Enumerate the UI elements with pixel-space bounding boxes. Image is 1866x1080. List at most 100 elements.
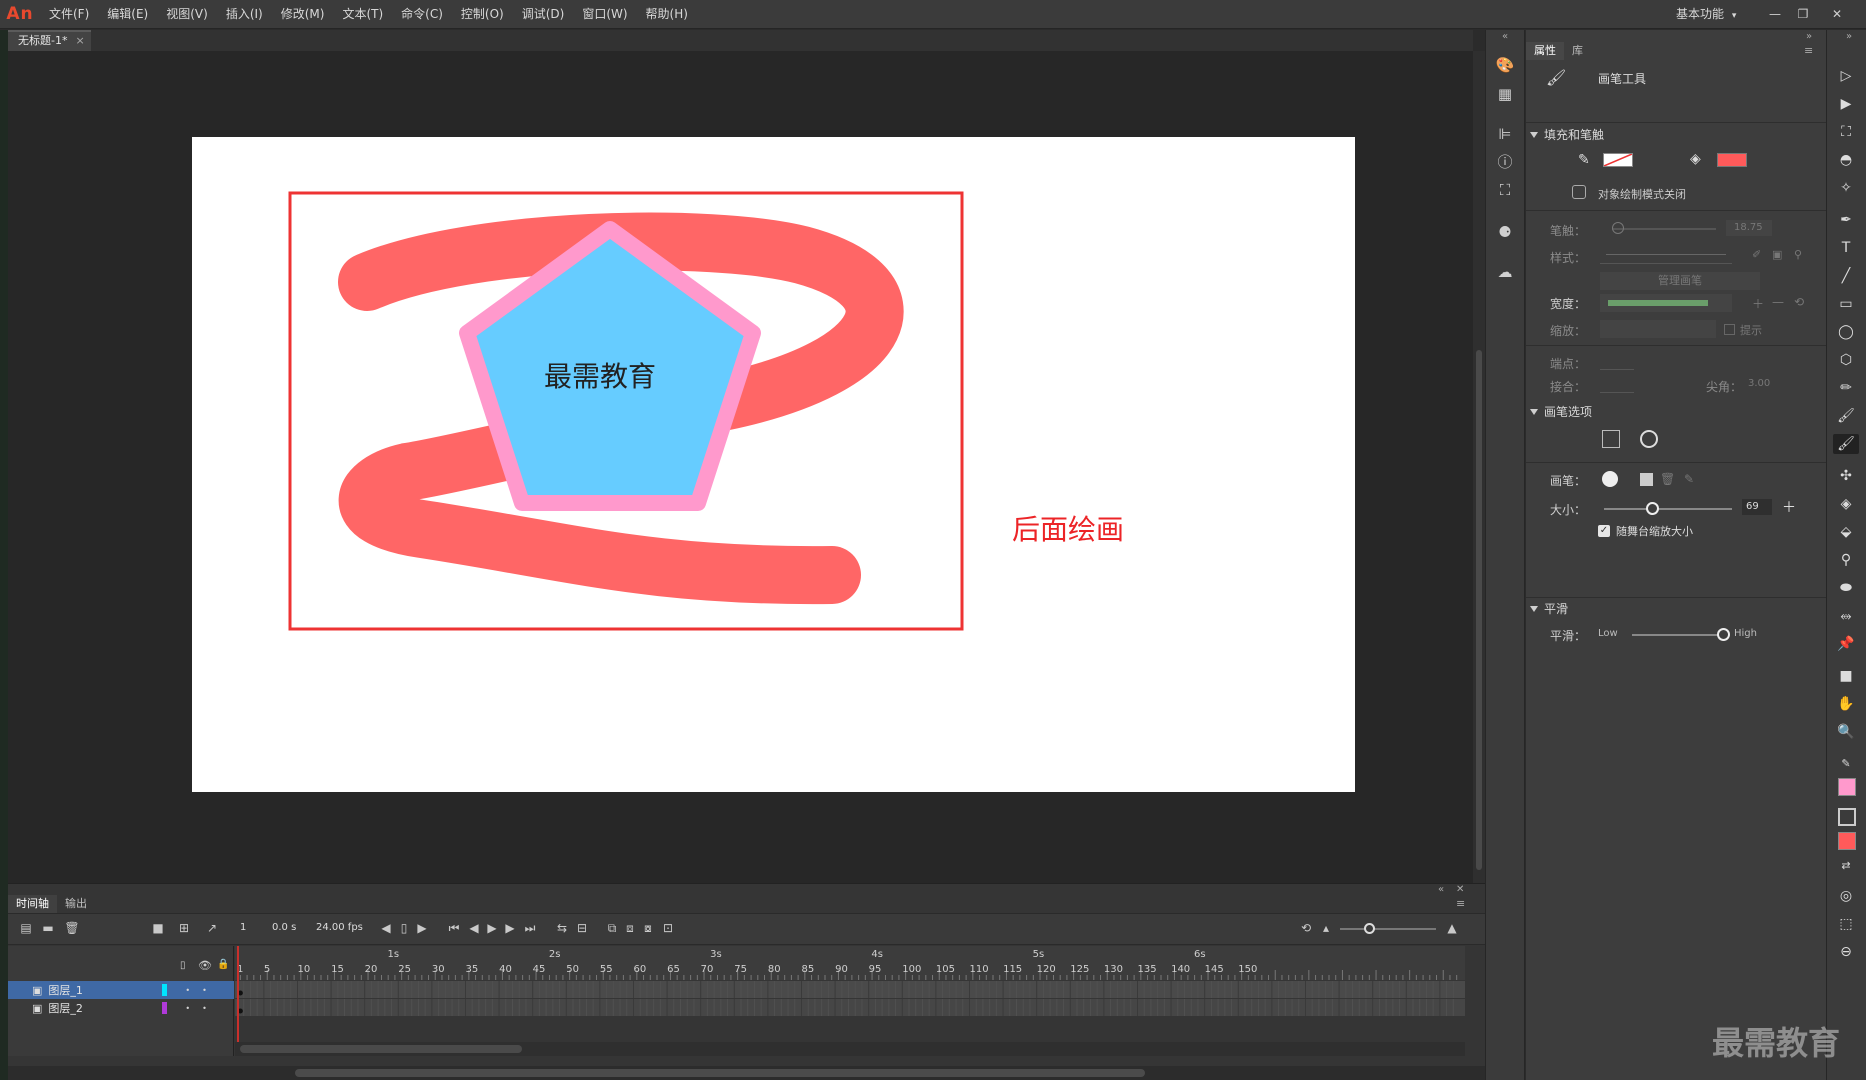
tab-timeline[interactable]: 时间轴 [8,895,57,913]
frame-rate[interactable]: 24.00 fps [316,922,363,933]
size-slider[interactable] [1604,508,1732,510]
eraser-tool-icon[interactable]: ⬬ [1836,578,1856,598]
go-last-icon[interactable]: ⏭ [522,920,538,936]
color-panel-icon[interactable]: 🎨 [1495,55,1515,75]
playhead[interactable] [237,946,239,1056]
cap-dropdown[interactable] [1600,354,1634,370]
stroke-color-tool-swatch[interactable] [1838,778,1856,796]
eye-icon[interactable]: 👁 [198,959,212,972]
collapse-props-icon[interactable]: » [1806,31,1812,42]
info-panel-icon[interactable]: ⓘ [1495,152,1515,172]
visible-dot[interactable]: • [185,986,190,995]
text-tool-icon[interactable]: T [1836,238,1856,258]
fill-color-swatch[interactable] [1717,153,1747,167]
workspace-switcher[interactable]: 基本功能 ▾ [1676,0,1736,29]
onion-range-icon[interactable]: ⧇ [640,920,656,936]
miter-value[interactable]: 3.00 [1748,378,1770,389]
stroke-color-swatch[interactable] [1603,153,1633,167]
menu-view[interactable]: 视图(V) [157,0,217,29]
pencil-tool-icon[interactable]: ✏ [1836,378,1856,398]
bone-tool-icon[interactable]: ✣ [1836,466,1856,486]
line-tool-icon[interactable]: ╱ [1836,266,1856,286]
play-icon[interactable]: ▶ [484,920,500,936]
camera-tool-icon[interactable]: ■ [1836,666,1856,686]
swatches-panel-icon[interactable]: ▦ [1495,84,1515,104]
reset-zoom-icon[interactable]: ⟲ [1298,920,1314,936]
lock-fill-icon[interactable] [1602,430,1620,448]
delete-layer-icon[interactable]: 🗑 [64,920,80,936]
square-brush-shape-icon[interactable] [1640,473,1653,486]
lock-dot[interactable]: • [202,1004,207,1013]
expand-dock-icon[interactable]: « [1502,31,1508,42]
smoothing-slider-handle[interactable] [1717,628,1730,641]
brush-pressure-icon[interactable] [1640,430,1658,448]
round-brush-shape-icon[interactable] [1602,471,1618,487]
stroke-slider[interactable] [1612,228,1716,230]
fill-color-tool-swatch[interactable] [1838,832,1856,850]
pin-tool-icon[interactable]: 📌 [1836,634,1856,654]
onion-outline-icon[interactable]: ⧈ [622,920,638,936]
manage-brush-button[interactable]: 管理画笔 [1600,272,1760,290]
paint-brush-tool-icon[interactable]: 🖌 [1836,406,1856,426]
layer-name[interactable]: 图层_2 [48,1000,168,1016]
zoom-out-icon[interactable]: ▴ [1318,920,1334,936]
document-tab[interactable]: 无标题-1* × [8,30,91,51]
size-value[interactable]: 69 [1742,499,1772,515]
brush-options-header[interactable]: 画笔选项 [1530,403,1592,420]
remove-width-icon[interactable]: — [1772,295,1784,309]
current-frame[interactable]: 1 [240,922,246,933]
edit-multiple-icon[interactable]: ⧉ [604,920,620,936]
width-profile-dropdown[interactable] [1600,294,1732,312]
size-slider-handle[interactable] [1645,502,1659,515]
new-folder-icon[interactable]: ▬ [40,920,56,936]
layer-name[interactable]: 图层_1 [48,982,168,998]
menu-modify[interactable]: 修改(M) [272,0,334,29]
brush-tool-icon[interactable]: 🖌 [1833,434,1859,454]
restore-button[interactable]: ❐ [1790,3,1816,25]
paint-bucket-tool-icon[interactable]: ◈ [1836,494,1856,514]
selection-tool-icon[interactable]: ▷ [1836,66,1856,86]
menu-help[interactable]: 帮助(H) [637,0,697,29]
menu-window[interactable]: 窗口(W) [573,0,636,29]
step-forward-icon[interactable]: ▶ [502,920,518,936]
reset-width-icon[interactable]: ⟲ [1794,295,1804,309]
lasso-tool-icon[interactable]: ✧ [1836,178,1856,198]
scale-dropdown[interactable] [1600,320,1716,338]
3d-rotation-tool-icon[interactable]: ◓ [1836,150,1856,170]
hint-checkbox[interactable] [1724,324,1735,335]
close-panel-icon[interactable]: ✕ [1456,884,1464,895]
timeline-zoom-slider[interactable] [1340,928,1436,930]
stage-scroll-thumb[interactable] [1476,350,1482,870]
scale-with-stage-checkbox[interactable]: ✓ [1598,525,1610,537]
parenting-icon[interactable]: ⊞ [176,920,192,936]
prev-keyframe-icon[interactable]: ◀ [378,920,394,936]
next-keyframe-icon[interactable]: ▶ [414,920,430,936]
menu-file[interactable]: 文件(F) [40,0,98,29]
close-tab-icon[interactable]: × [75,32,84,51]
zoom-in-icon[interactable]: ▲ [1444,920,1460,936]
visible-dot[interactable]: • [185,1004,190,1013]
go-first-icon[interactable]: ⏮ [446,920,462,936]
polystar-tool-icon[interactable]: ⬡ [1836,350,1856,370]
ink-bottle-tool-icon[interactable]: ⬙ [1836,522,1856,542]
stage-horizontal-thumb[interactable] [295,1069,1145,1077]
timeline-zoom-handle[interactable] [1364,923,1375,934]
swap-colors-icon[interactable]: ⇄ [1836,856,1856,876]
width-tool-icon[interactable]: ⥈ [1836,606,1856,626]
expand-tools-icon[interactable]: » [1846,31,1852,42]
menu-text[interactable]: 文本(T) [333,0,392,29]
onion-skin-icon[interactable]: ⊟ [574,920,590,936]
straighten-icon[interactable]: ⬚ [1836,914,1856,934]
transform-panel-icon[interactable]: ⛶ [1495,180,1515,200]
subselection-tool-icon[interactable]: ▶ [1836,94,1856,114]
menu-control[interactable]: 控制(O) [452,0,513,29]
menu-insert[interactable]: 插入(I) [217,0,272,29]
menu-edit[interactable]: 编辑(E) [98,0,157,29]
stroke-slider-handle[interactable] [1612,222,1624,234]
layer-color-swatch[interactable] [162,1002,168,1014]
collapse-icon[interactable]: « [1438,884,1444,895]
loop-icon[interactable]: ⇆ [554,920,570,936]
smoothing-slider[interactable] [1632,634,1724,636]
brush-library-icon[interactable]: ▣ [1772,248,1782,261]
frames-grid[interactable] [235,981,1465,1017]
